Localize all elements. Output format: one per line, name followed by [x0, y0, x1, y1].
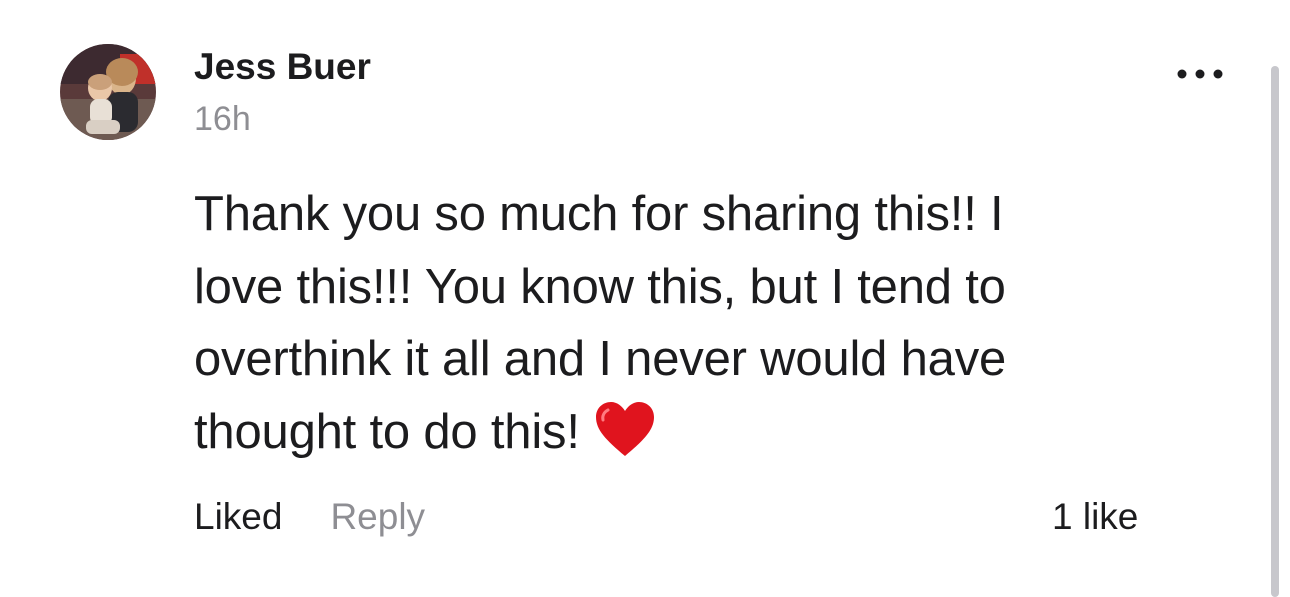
comment-text-container: Thank you so much for sharing this!! I l… — [194, 178, 1094, 468]
avatar-photo — [60, 44, 156, 140]
reply-button[interactable]: Reply — [330, 496, 425, 538]
comment-actions: Liked Reply — [194, 496, 425, 538]
timestamp: 16h — [194, 100, 251, 138]
heart-icon — [594, 400, 656, 458]
more-options-icon — [1177, 69, 1223, 79]
avatar[interactable] — [60, 44, 156, 140]
author-name[interactable]: Jess Buer — [194, 46, 371, 88]
liked-button[interactable]: Liked — [194, 496, 282, 538]
more-options-button[interactable] — [1172, 64, 1228, 84]
comment-card: Jess Buer 16h Thank you so much for shar… — [0, 0, 1290, 597]
scrollbar[interactable] — [1271, 66, 1279, 597]
like-count[interactable]: 1 like — [1052, 496, 1138, 538]
